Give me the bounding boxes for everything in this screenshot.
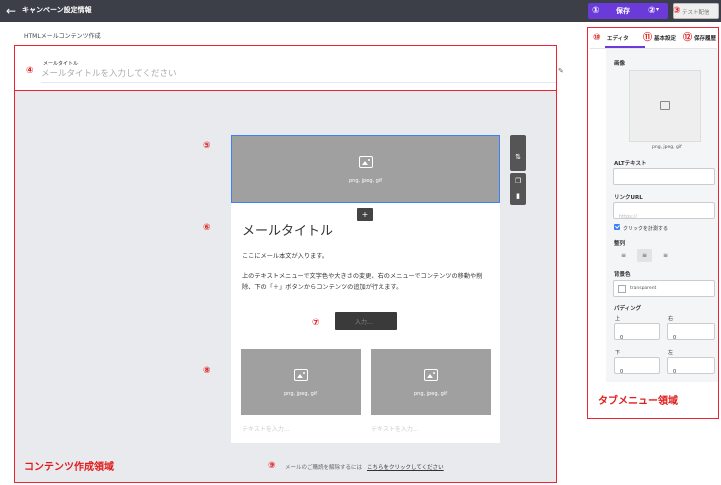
block-move-toolbar: ⇅ bbox=[510, 135, 526, 171]
marker-6: ⑥ bbox=[203, 223, 211, 233]
copy-icon[interactable]: ❐ bbox=[514, 177, 522, 185]
column-image-left[interactable]: png, jpeg, gif bbox=[241, 349, 361, 415]
align-left-icon[interactable]: ≡ bbox=[616, 249, 631, 262]
link-url-label: リンクURL bbox=[614, 195, 643, 201]
padding-bottom-field[interactable] bbox=[614, 357, 660, 380]
marker-1: ① bbox=[592, 6, 600, 16]
tab-menu-area-label: タブメニュー領域 bbox=[598, 396, 678, 407]
add-block-button[interactable]: + bbox=[357, 208, 373, 221]
top-bar: ← キャンペーン設定情報 保存 ▾ テスト配信 bbox=[0, 0, 721, 22]
email-body-line2[interactable]: 上のテキストメニューで文字色や大きさの変更、右のメニューでコンテンツの移動や削除… bbox=[242, 271, 492, 293]
click-measure-checkbox[interactable] bbox=[614, 224, 620, 230]
header-image-block[interactable]: png, jpeg, gif bbox=[231, 135, 500, 203]
padding-right-field[interactable] bbox=[667, 323, 715, 346]
align-right-icon[interactable]: ≡ bbox=[658, 249, 673, 262]
padding-bottom-input[interactable] bbox=[615, 364, 659, 380]
unsubscribe-text: メールのご購読を解除するには bbox=[285, 465, 363, 471]
mail-title-input[interactable] bbox=[41, 67, 541, 81]
link-url-input[interactable] bbox=[614, 209, 714, 225]
padding-top-field[interactable] bbox=[614, 323, 660, 346]
align-label: 整列 bbox=[614, 241, 626, 247]
save-button[interactable]: 保存 ▾ bbox=[588, 3, 668, 19]
image-icon bbox=[660, 101, 670, 110]
edit-pencil-icon[interactable]: ✎ bbox=[558, 67, 564, 75]
image-preview[interactable] bbox=[629, 70, 701, 142]
bg-color-value: transparent bbox=[630, 286, 657, 291]
tabs-divider bbox=[590, 48, 717, 49]
tab-basic-settings[interactable]: 基本設定 bbox=[654, 34, 676, 42]
marker-4: ④ bbox=[26, 66, 34, 76]
marker-12: ⑫ bbox=[683, 33, 693, 43]
image-icon bbox=[424, 369, 438, 381]
padding-top-label: 上 bbox=[615, 316, 621, 322]
marker-8: ⑧ bbox=[203, 366, 211, 376]
save-dropdown-icon[interactable]: ▾ bbox=[656, 6, 659, 13]
page-title: キャンペーン設定情報 bbox=[22, 6, 92, 14]
email-heading[interactable]: メールタイトル bbox=[242, 220, 333, 239]
marker-2: ② bbox=[648, 6, 656, 16]
bg-color-label: 背景色 bbox=[614, 272, 631, 278]
image-preview-caption: png, jpeg, gif bbox=[652, 145, 682, 150]
block-action-toolbar: ❐ ▮ bbox=[510, 173, 526, 205]
padding-bottom-label: 下 bbox=[615, 350, 621, 356]
padding-left-input[interactable] bbox=[668, 364, 714, 380]
click-measure-label: クリックを計測する bbox=[623, 226, 669, 232]
image-icon bbox=[359, 156, 373, 168]
align-center-icon[interactable]: ≡ bbox=[637, 249, 652, 262]
image-icon bbox=[294, 369, 308, 381]
alt-text-label: ALTテキスト bbox=[614, 161, 647, 167]
padding-left-field[interactable] bbox=[667, 357, 715, 380]
marker-9: ⑨ bbox=[268, 461, 276, 471]
trash-icon[interactable]: ▮ bbox=[514, 192, 522, 200]
link-url-field[interactable] bbox=[613, 202, 715, 225]
image-label: 画像 bbox=[614, 61, 626, 67]
padding-right-input[interactable] bbox=[668, 330, 714, 346]
column-image-right[interactable]: png, jpeg, gif bbox=[371, 349, 491, 415]
padding-label: パディング bbox=[614, 306, 642, 312]
content-area-label: コンテンツ作成領域 bbox=[24, 462, 114, 473]
padding-left-label: 左 bbox=[668, 350, 674, 356]
save-button-label: 保存 bbox=[616, 7, 630, 15]
header-image-caption: png, jpeg, gif bbox=[349, 178, 383, 184]
cta-button-label: 入力... bbox=[355, 319, 373, 326]
unsubscribe-link[interactable]: こちらをクリックしてください bbox=[367, 463, 444, 471]
move-icon[interactable]: ⇅ bbox=[514, 153, 522, 161]
tab-editor[interactable]: エディタ bbox=[607, 34, 629, 42]
padding-right-label: 右 bbox=[668, 316, 674, 322]
back-arrow-icon[interactable]: ← bbox=[6, 3, 16, 19]
editor-subheader: HTMLメールコンテンツ作成 bbox=[24, 33, 101, 40]
marker-3: ③ bbox=[673, 6, 681, 16]
title-underline bbox=[41, 82, 556, 83]
tab-save-history[interactable]: 保存履歴 bbox=[694, 34, 716, 42]
email-body-line1[interactable]: ここにメール本文が入ります。 bbox=[242, 251, 328, 260]
marker-7: ⑦ bbox=[312, 318, 320, 328]
color-swatch-icon bbox=[618, 285, 626, 293]
column-image-right-caption: png, jpeg, gif bbox=[414, 391, 448, 397]
test-send-label: テスト配信 bbox=[682, 10, 710, 16]
marker-5: ⑤ bbox=[203, 141, 211, 151]
alt-text-field[interactable] bbox=[613, 168, 715, 191]
mail-title-label: メールタイトル bbox=[43, 61, 79, 67]
column-text-left[interactable]: テキストを入力... bbox=[242, 424, 290, 433]
cta-button-block[interactable]: 入力... bbox=[335, 312, 397, 330]
marker-11: ⑪ bbox=[643, 33, 653, 43]
bg-color-picker[interactable]: transparent bbox=[613, 280, 715, 297]
padding-top-input[interactable] bbox=[615, 330, 659, 346]
alt-text-input[interactable] bbox=[614, 175, 714, 191]
column-image-left-caption: png, jpeg, gif bbox=[284, 391, 318, 397]
mail-title-section: メールタイトル bbox=[14, 45, 557, 91]
column-text-right[interactable]: テキストを入力... bbox=[371, 424, 419, 433]
marker-10: ⑩ bbox=[593, 33, 601, 43]
